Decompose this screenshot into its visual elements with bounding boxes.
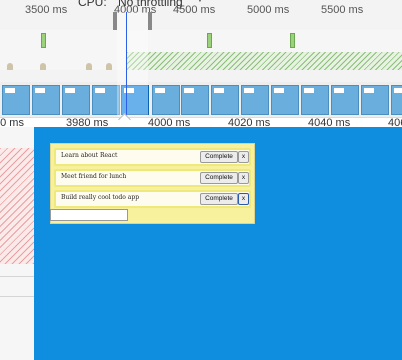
filmstrip-frame[interactable]	[241, 85, 269, 115]
divider	[0, 296, 34, 297]
ruler-tick-label: 4500 ms	[173, 4, 216, 16]
filmstrip-frame[interactable]	[301, 85, 329, 115]
fps-track	[0, 30, 402, 52]
filmstrip-frame[interactable]	[331, 85, 359, 115]
divider	[0, 276, 34, 277]
filmstrip-frame[interactable]	[181, 85, 209, 115]
ruler-tick-label: 3500 ms	[25, 4, 68, 16]
ruler-tick-label: 5500 ms	[321, 4, 364, 16]
selection-left-handle[interactable]	[113, 12, 117, 30]
cpu-activity	[7, 63, 13, 70]
long-task-region	[0, 148, 34, 264]
filmstrip-frame[interactable]	[391, 85, 402, 115]
todo-item-text: Learn about React	[61, 152, 118, 159]
cpu-activity	[86, 63, 92, 70]
ruler-tick-label: 5000 ms	[247, 4, 290, 16]
fps-bar	[41, 33, 46, 48]
filmstrip-frame[interactable]	[271, 85, 299, 115]
new-todo-input[interactable]	[50, 209, 128, 221]
todo-item: Learn about React Complete x	[54, 148, 251, 166]
fps-bar	[290, 33, 295, 48]
complete-button[interactable]: Complete	[200, 193, 238, 205]
todo-item: Meet friend for lunch Complete x	[54, 169, 251, 187]
todo-item: Build really cool todo app Complete x	[54, 190, 251, 208]
filmstrip-frame[interactable]	[62, 85, 90, 115]
delete-button[interactable]: x	[238, 172, 249, 184]
network-track	[0, 70, 402, 82]
playhead-marker	[126, 12, 127, 118]
delete-button[interactable]: x	[238, 193, 249, 205]
filmstrip-frame[interactable]	[32, 85, 60, 115]
filmstrip-frame[interactable]	[361, 85, 389, 115]
cpu-activity	[106, 63, 112, 70]
filmstrip-frame[interactable]	[211, 85, 239, 115]
cpu-label: CPU:	[78, 0, 107, 9]
todo-item-text: Meet friend for lunch	[61, 173, 127, 180]
fps-bar	[207, 33, 212, 48]
filmstrip-frame[interactable]	[152, 85, 180, 115]
complete-button[interactable]: Complete	[200, 151, 238, 163]
cpu-activity	[40, 63, 46, 70]
delete-button[interactable]: x	[238, 151, 249, 163]
selection-window	[117, 12, 148, 117]
selection-right-handle[interactable]	[148, 12, 152, 30]
filmstrip-frame[interactable]	[92, 85, 120, 115]
complete-button[interactable]: Complete	[200, 172, 238, 184]
todo-item-text: Build really cool todo app	[61, 194, 140, 201]
cpu-scripting-region	[127, 52, 402, 70]
filmstrip-frame[interactable]	[2, 85, 30, 115]
